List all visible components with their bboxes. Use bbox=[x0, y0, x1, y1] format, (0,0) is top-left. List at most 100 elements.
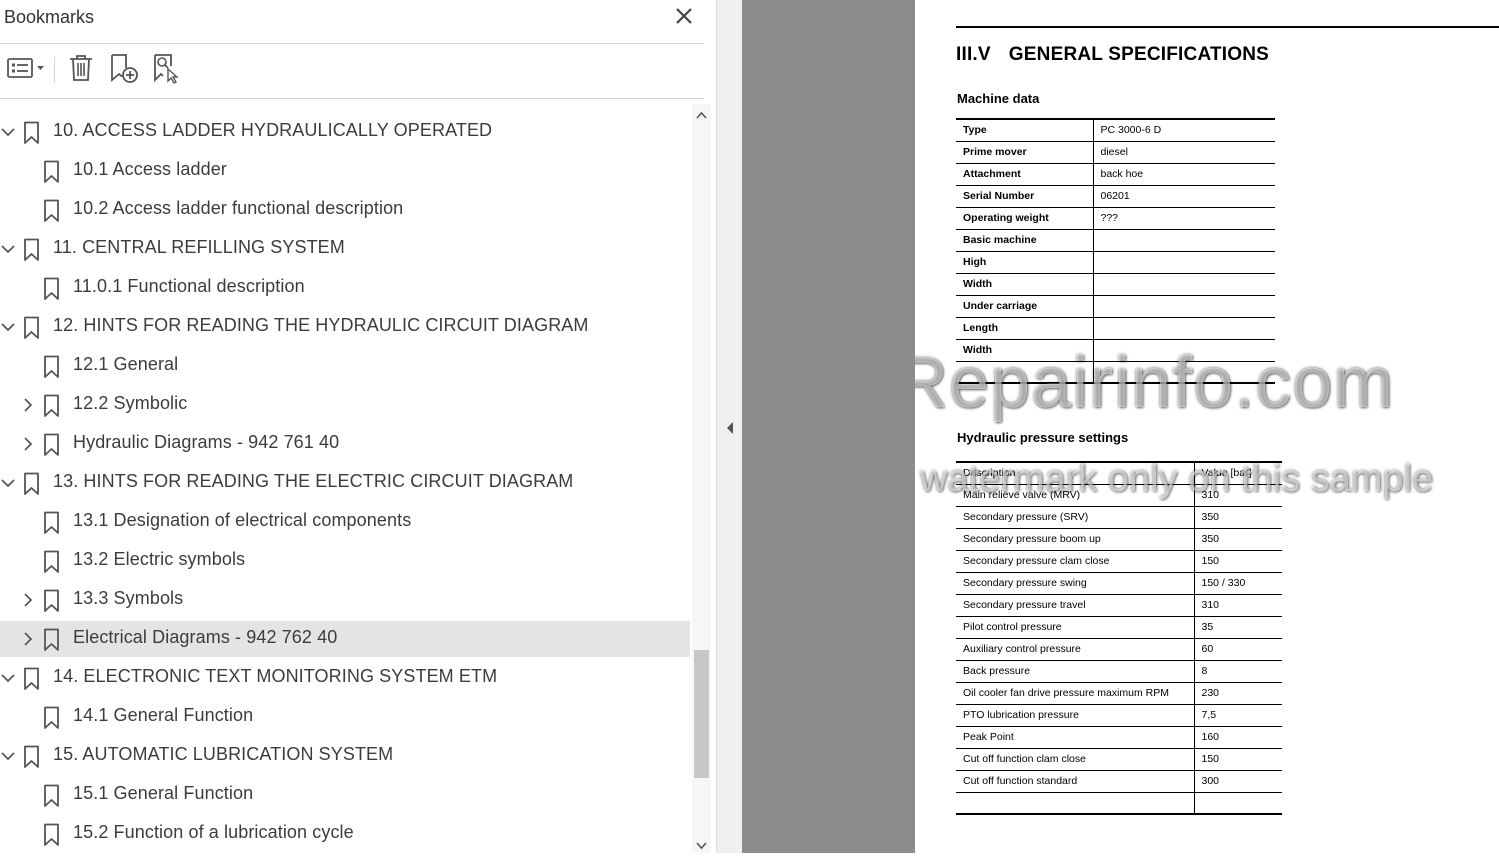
divider bbox=[0, 43, 704, 44]
scroll-up-icon[interactable] bbox=[692, 104, 711, 126]
delete-button[interactable] bbox=[64, 52, 98, 88]
spec-value-cell: 150 bbox=[1194, 550, 1282, 573]
collapse-panel-icon[interactable] bbox=[725, 420, 735, 436]
table-row: Pilot control pressure 35 bbox=[956, 616, 1282, 639]
spec-value-cell: 06201 bbox=[1093, 185, 1275, 208]
bookmark-icon bbox=[41, 550, 63, 574]
bookmark-item[interactable]: Electrical Diagrams - 942 762 40 bbox=[0, 621, 690, 657]
bookmark-label: 15.1 General Function bbox=[73, 783, 254, 803]
bookmark-item[interactable]: 13.3 Symbols bbox=[0, 582, 690, 618]
new-bookmark-button[interactable] bbox=[106, 52, 140, 88]
chevron-down-icon[interactable] bbox=[0, 669, 17, 687]
spec-value-cell: 150 bbox=[1194, 748, 1282, 771]
trash-icon bbox=[67, 53, 95, 88]
spec-value-cell bbox=[1093, 339, 1275, 362]
spec-label-cell: Width bbox=[956, 339, 1094, 362]
bookmark-item[interactable]: 10. ACCESS LADDER HYDRAULICALLY OPERATED bbox=[0, 114, 690, 150]
bookmark-item[interactable]: 13. HINTS FOR READING THE ELECTRIC CIRCU… bbox=[0, 465, 690, 501]
spec-label-cell: Cut off function standard bbox=[956, 770, 1195, 793]
bookmark-label: 11.0.1 Functional description bbox=[73, 276, 305, 296]
chevron-down-icon[interactable] bbox=[0, 123, 17, 141]
section-title: GENERAL SPECIFICATIONS bbox=[1008, 44, 1270, 65]
bookmark-item[interactable]: 11.0.1 Functional description bbox=[0, 270, 690, 306]
chevron-right-icon[interactable] bbox=[19, 630, 37, 648]
bookmark-item[interactable]: 14.1 General Function bbox=[0, 699, 690, 735]
table-row: Secondary pressure clam close 150 bbox=[956, 550, 1282, 573]
bookmark-item[interactable]: 15.1 General Function bbox=[0, 777, 690, 813]
spec-value-cell bbox=[1093, 273, 1275, 296]
chevron-down-icon[interactable] bbox=[0, 240, 17, 258]
bookmark-icon bbox=[41, 394, 63, 418]
find-bookmark-button[interactable] bbox=[148, 52, 182, 88]
bookmark-item[interactable]: Hydraulic Diagrams - 942 761 40 bbox=[0, 426, 690, 462]
bookmark-item[interactable]: 10.2 Access ladder functional descriptio… bbox=[0, 192, 690, 228]
options-button[interactable] bbox=[2, 52, 48, 88]
bookmark-add-icon bbox=[107, 52, 139, 89]
vertical-scrollbar[interactable] bbox=[692, 104, 711, 853]
bookmark-icon bbox=[41, 589, 63, 613]
chevron-right-icon[interactable] bbox=[19, 591, 37, 609]
spec-label-cell: Width bbox=[956, 273, 1094, 296]
spec-label-cell: Cut off function clam close bbox=[956, 748, 1195, 771]
table-row: Auxiliary control pressure 60 bbox=[956, 638, 1282, 661]
bookmark-label: Electrical Diagrams - 942 762 40 bbox=[73, 627, 338, 647]
table-row: Secondary pressure travel 310 bbox=[956, 594, 1282, 617]
scroll-down-icon[interactable] bbox=[692, 837, 711, 853]
bookmark-icon bbox=[41, 199, 63, 223]
table-row: Under carriage bbox=[956, 295, 1275, 318]
spec-label-cell: Type bbox=[956, 118, 1094, 142]
bookmark-tree: 10. ACCESS LADDER HYDRAULICALLY OPERATED… bbox=[0, 99, 690, 853]
bookmark-icon bbox=[21, 745, 43, 769]
chevron-down-icon[interactable] bbox=[0, 474, 17, 492]
bookmark-item[interactable]: 13.2 Electric symbols bbox=[0, 543, 690, 579]
bookmark-label: 13.3 Symbols bbox=[73, 588, 184, 608]
spec-label-cell: Secondary pressure travel bbox=[956, 594, 1195, 617]
bookmark-item[interactable]: 11. CENTRAL REFILLING SYSTEM bbox=[0, 231, 690, 267]
bookmark-label: 13.1 Designation of electrical component… bbox=[73, 510, 412, 530]
spec-value-cell: 60 bbox=[1194, 638, 1282, 661]
bookmark-icon bbox=[41, 706, 63, 730]
bookmark-item[interactable]: 13.1 Designation of electrical component… bbox=[0, 504, 690, 540]
bookmark-item[interactable]: 14. ELECTRONIC TEXT MONITORING SYSTEM ET… bbox=[0, 660, 690, 696]
bookmark-icon bbox=[41, 433, 63, 457]
spec-value-cell: 310 bbox=[1194, 484, 1282, 507]
bookmark-item[interactable]: 12. HINTS FOR READING THE HYDRAULIC CIRC… bbox=[0, 309, 690, 345]
bookmark-find-icon bbox=[149, 52, 181, 89]
spec-label-cell: Attachment bbox=[956, 163, 1094, 186]
bookmark-item[interactable]: 15. AUTOMATIC LUBRICATION SYSTEM bbox=[0, 738, 690, 774]
bookmark-item[interactable]: 12.1 General bbox=[0, 348, 690, 384]
bookmark-icon bbox=[41, 823, 63, 847]
table-row: Attachment back hoe bbox=[956, 163, 1275, 186]
chevron-down-icon[interactable] bbox=[0, 318, 17, 336]
spec-label-cell: Basic machine bbox=[956, 229, 1094, 252]
chevron-right-icon[interactable] bbox=[19, 396, 37, 414]
spec-value-cell: 310 bbox=[1194, 594, 1282, 617]
close-icon[interactable] bbox=[672, 4, 696, 28]
chevron-right-icon[interactable] bbox=[19, 435, 37, 453]
spec-label-cell: Peak Point bbox=[956, 726, 1195, 749]
bookmark-icon bbox=[41, 277, 63, 301]
panel-splitter[interactable] bbox=[716, 0, 742, 853]
bookmark-item[interactable]: 15.2 Function of a lubrication cycle bbox=[0, 816, 690, 852]
table-row: Secondary pressure (SRV) 350 bbox=[956, 506, 1282, 529]
hydraulic-table: Description Value [bar] Main relieve valve… bbox=[956, 461, 1282, 815]
table-row bbox=[956, 792, 1282, 815]
table-row: Back pressure 8 bbox=[956, 660, 1282, 683]
bookmark-item[interactable]: 10.1 Access ladder bbox=[0, 153, 690, 189]
scrollbar-thumb[interactable] bbox=[694, 650, 709, 778]
table-row: High bbox=[956, 251, 1275, 274]
chevron-down-icon[interactable] bbox=[0, 747, 17, 765]
spec-label-cell: Secondary pressure swing bbox=[956, 572, 1195, 595]
spec-value-cell: 8 bbox=[1194, 660, 1282, 683]
spec-value-cell: 230 bbox=[1194, 682, 1282, 705]
bookmark-icon bbox=[41, 784, 63, 808]
spec-value-cell: back hoe bbox=[1093, 163, 1275, 186]
spec-label-cell: Description bbox=[956, 461, 1195, 485]
table-row: Cut off function standard 300 bbox=[956, 770, 1282, 793]
bookmark-icon bbox=[21, 121, 43, 145]
bookmark-icon bbox=[41, 160, 63, 184]
spec-label-cell: Secondary pressure clam close bbox=[956, 550, 1195, 573]
bookmark-icon bbox=[41, 355, 63, 379]
table-row: Oil cooler fan drive pressure maximum RP… bbox=[956, 682, 1282, 705]
bookmark-item[interactable]: 12.2 Symbolic bbox=[0, 387, 690, 423]
